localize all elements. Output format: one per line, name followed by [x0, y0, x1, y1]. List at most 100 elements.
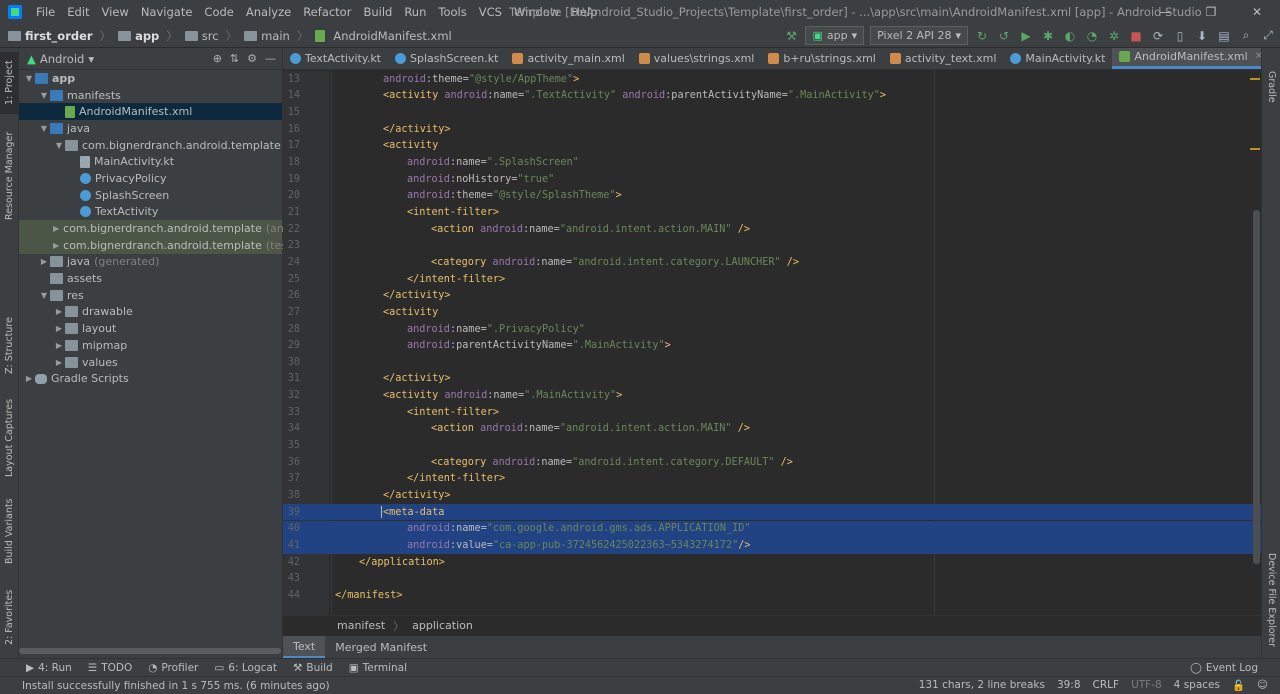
editor-tab[interactable]: b+ru\strings.xml [761, 48, 883, 69]
caret-position[interactable]: 39:8 [1057, 679, 1081, 692]
tree-item[interactable]: SplashScreen [19, 187, 282, 204]
code-line[interactable]: 14 <activity android:name=".TextActivity"… [283, 88, 1261, 105]
tool-window-button[interactable]: ☰ TODO [80, 662, 140, 674]
tool-tab-favorites[interactable]: 2: Favorites [0, 584, 19, 650]
code-line[interactable]: 23 [283, 238, 1261, 255]
device-select[interactable]: Pixel 2 API 28 ▾ [870, 26, 968, 45]
file-encoding[interactable]: UTF-8 [1131, 679, 1162, 692]
search-icon[interactable]: ⌕ [1238, 28, 1254, 44]
code-line[interactable]: 31 </activity> [283, 371, 1261, 388]
close-tab-icon[interactable]: ✕ [1255, 51, 1261, 62]
avd-manager-icon[interactable]: ▯ [1172, 28, 1188, 44]
code-line[interactable]: 19 android:noHistory="true" [283, 171, 1261, 188]
menu-item-navigate[interactable]: Navigate [135, 0, 199, 24]
editor-tab[interactable]: values\strings.xml [632, 48, 762, 69]
hammer-icon[interactable]: ⚒ [783, 28, 799, 44]
code-line[interactable]: 40 android:name="com.google.android.gms.a… [283, 520, 1261, 538]
tree-item[interactable]: ▼ res [19, 287, 282, 304]
expand-arrow-icon[interactable]: ▼ [38, 91, 50, 100]
gear-icon[interactable]: ⚙ [247, 52, 257, 65]
collapse-arrow-icon[interactable]: ▶ [53, 224, 59, 233]
menu-item-file[interactable]: File [30, 0, 61, 24]
status-message[interactable]: Install successfully finished in 1 s 755… [0, 680, 330, 692]
breadcrumb-item[interactable]: first_order [25, 29, 93, 43]
tree-item[interactable]: ▶ com.bignerdranch.android.template (test) [19, 236, 296, 254]
collapse-arrow-icon[interactable]: ▶ [53, 341, 65, 350]
tree-item[interactable]: PrivacyPolicy [19, 170, 282, 187]
tool-window-button[interactable]: ⚒ Build [285, 662, 341, 674]
code-line[interactable]: 27 <activity [283, 304, 1261, 321]
code-line[interactable]: 28 android:name=".PrivacyPolicy" [283, 321, 1261, 338]
expand-arrow-icon[interactable]: ▼ [38, 291, 50, 300]
restore-button[interactable]: ❐ [1188, 0, 1234, 24]
expand-arrow-icon[interactable]: ▼ [38, 124, 50, 133]
event-log-button[interactable]: ◯ Event Log [1190, 662, 1280, 674]
menu-item-run[interactable]: Run [398, 0, 432, 24]
editor-tab[interactable]: SplashScreen.kt [388, 48, 505, 69]
editor-tab[interactable]: TextActivity.kt [283, 48, 388, 69]
hide-icon[interactable]: — [265, 52, 276, 65]
editor-mode-tab[interactable]: Text [283, 636, 326, 658]
minimize-button[interactable]: — [1142, 0, 1188, 24]
run-config-select[interactable]: ▣ app ▾ [805, 26, 865, 45]
code-line[interactable]: 38 </activity> [283, 487, 1261, 504]
tree-item[interactable]: assets [19, 270, 282, 287]
tree-item[interactable]: ▶ mipmap [19, 337, 282, 354]
collapse-arrow-icon[interactable]: ▶ [38, 257, 50, 266]
tool-window-button[interactable]: ▭ 6: Logcat [206, 662, 285, 674]
tree-item[interactable]: TextActivity [19, 204, 282, 221]
collapse-all-icon[interactable]: ⇅ [230, 52, 239, 65]
editor-tab[interactable]: activity_main.xml [505, 48, 631, 69]
tool-tab-device-file-explorer[interactable]: Device File Explorer [1262, 548, 1280, 652]
code-line[interactable]: 13 android:theme="@style/AppTheme"> [283, 71, 1261, 88]
code-line[interactable]: 41 android:value="ca-app-pub-372456242502… [283, 537, 1261, 554]
tool-tab-layout-captures[interactable]: Layout Captures [0, 398, 19, 478]
tree-item[interactable]: ▶ Gradle Scripts [19, 370, 282, 387]
tree-item[interactable]: MainActivity.kt [19, 153, 282, 170]
editor-tab[interactable]: AndroidManifest.xml ✕ [1112, 48, 1261, 69]
code-line[interactable]: 32 <activity android:name=".MainActivity"… [283, 387, 1261, 404]
tree-item[interactable]: ▶ java (generated) [19, 254, 282, 271]
breadcrumb-item[interactable]: app [135, 29, 159, 43]
menu-item-refactor[interactable]: Refactor [297, 0, 357, 24]
collapse-arrow-icon[interactable]: ▶ [23, 374, 35, 383]
tool-tab-structure[interactable]: Z: Structure [0, 310, 19, 382]
collapse-arrow-icon[interactable]: ▶ [53, 324, 65, 333]
code-line[interactable]: 18 android:name=".SplashScreen" [283, 154, 1261, 171]
code-line[interactable]: 44 </manifest> [283, 587, 1261, 604]
tree-item[interactable]: ▶ drawable [19, 304, 282, 321]
code-line[interactable]: 15 [283, 104, 1261, 121]
code-line[interactable]: 35 [283, 437, 1261, 454]
code-line[interactable]: 21 <intent-filter> [283, 204, 1261, 221]
collapse-arrow-icon[interactable]: ▶ [53, 307, 65, 316]
code-line[interactable]: 20 android:theme="@style/SplashTheme"> [283, 188, 1261, 205]
expand-arrow-icon[interactable]: ▼ [53, 141, 65, 150]
code-line[interactable]: 29 android:parentActivityName=".MainActiv… [283, 337, 1261, 354]
menu-item-edit[interactable]: Edit [61, 0, 95, 24]
code-line[interactable]: 25 </intent-filter> [283, 271, 1261, 288]
code-line[interactable]: 26 </activity> [283, 287, 1261, 304]
profile-icon[interactable]: ◔ [1084, 28, 1100, 44]
code-line[interactable]: 43 [283, 571, 1261, 588]
project-view-select[interactable]: ▲ Android ▾ [27, 52, 94, 66]
code-line[interactable]: 17 <activity [283, 138, 1261, 155]
stop-icon[interactable]: ■ [1128, 28, 1144, 44]
tree-item[interactable]: ▶ layout [19, 320, 282, 337]
tree-item[interactable]: AndroidManifest.xml [19, 103, 282, 121]
code-line[interactable]: 24 <category android:name="android.intent… [283, 254, 1261, 271]
inspector-icon[interactable]: ☺ [1257, 679, 1268, 692]
close-button[interactable]: ✕ [1234, 0, 1280, 24]
tree-item[interactable]: ▼ com.bignerdranch.android.template [19, 137, 282, 154]
expand-arrow-icon[interactable]: ▼ [23, 74, 35, 83]
code-line[interactable]: 16 </activity> [283, 121, 1261, 138]
locate-icon[interactable]: ⊕ [213, 52, 222, 65]
lock-icon[interactable]: 🔓 [1232, 679, 1245, 692]
collapse-arrow-icon[interactable]: ▶ [53, 241, 59, 250]
tool-tab-gradle[interactable]: Gradle [1262, 62, 1280, 112]
editor-mode-tab[interactable]: Merged Manifest [325, 636, 437, 658]
line-separator[interactable]: CRLF [1093, 679, 1120, 692]
breadcrumb-item[interactable]: main [261, 29, 290, 43]
editor-tab[interactable]: activity_text.xml [883, 48, 1004, 69]
code-line[interactable]: 30 [283, 354, 1261, 371]
code-line[interactable]: 39 <meta-data [283, 503, 1261, 521]
